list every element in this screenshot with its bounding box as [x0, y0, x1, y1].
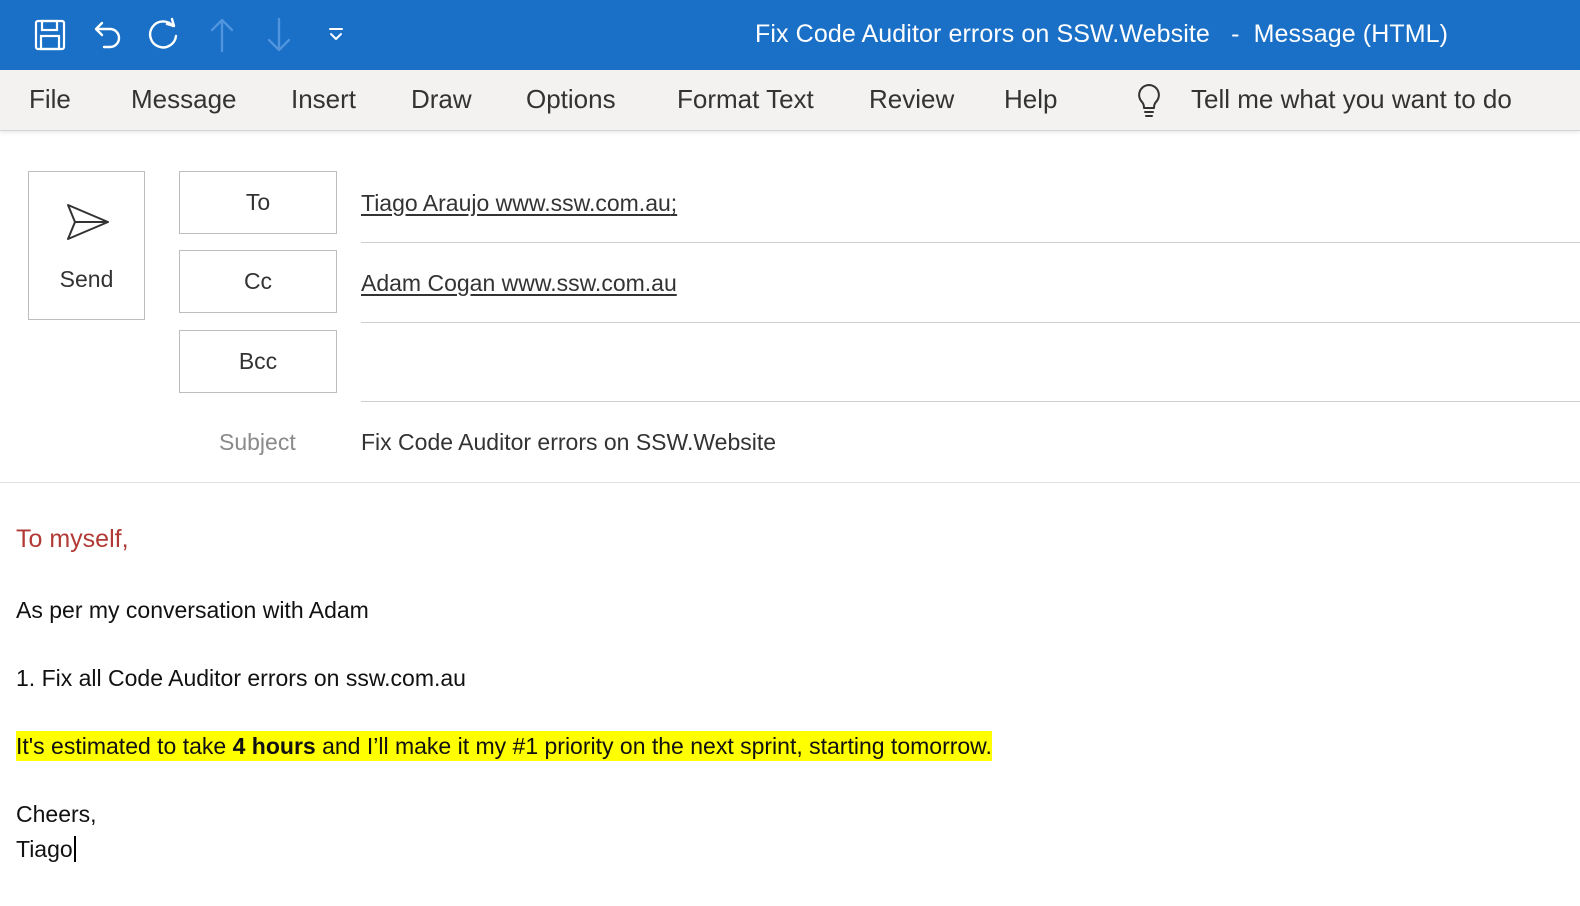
- bcc-button[interactable]: Bcc: [179, 330, 337, 393]
- body-closing: Cheers,: [16, 801, 97, 827]
- tab-format-text[interactable]: Format Text: [677, 84, 814, 115]
- window-title: Fix Code Auditor errors on SSW.Website -…: [755, 20, 1448, 49]
- lightbulb-icon[interactable]: [1133, 82, 1165, 125]
- to-button[interactable]: To: [179, 171, 337, 234]
- save-icon[interactable]: [28, 12, 72, 58]
- send-label: Send: [59, 266, 114, 292]
- subject-label: Subject: [219, 429, 296, 455]
- text-caret: [73, 836, 76, 862]
- title-bar: Fix Code Auditor errors on SSW.Website -…: [0, 0, 1580, 70]
- to-recipient[interactable]: Tiago Araujo www.ssw.com.au: [361, 190, 671, 216]
- cc-button[interactable]: Cc: [179, 250, 337, 313]
- title-mode: Message (HTML): [1253, 20, 1449, 48]
- subject-field[interactable]: Fix Code Auditor errors on SSW.Website: [361, 429, 776, 456]
- body-estimate: It's estimated to take 4 hours and I’ll …: [16, 731, 992, 761]
- body-item-1: 1. Fix all Code Auditor errors on ssw.co…: [16, 665, 466, 691]
- title-subject: Fix Code Auditor errors on SSW.Website: [755, 20, 1210, 48]
- cc-field-underline: [361, 322, 1580, 323]
- cc-recipient[interactable]: Adam Cogan www.ssw.com.au: [361, 270, 677, 296]
- estimate-text-before: It's estimated to take: [16, 733, 233, 759]
- body-signature: Tiago: [16, 836, 73, 862]
- highlighted-estimate: It's estimated to take 4 hours and I’ll …: [16, 731, 992, 761]
- estimate-hours: 4 hours: [232, 733, 316, 759]
- body-signature-line: Tiago: [16, 836, 76, 863]
- title-separator: -: [1231, 20, 1240, 48]
- tell-me-search[interactable]: Tell me what you want to do: [1191, 84, 1512, 115]
- tab-help[interactable]: Help: [1004, 84, 1057, 115]
- body-intro: As per my conversation with Adam: [16, 597, 369, 623]
- estimate-text-after: and I’ll make it my #1 priority on the n…: [315, 733, 992, 759]
- bcc-label: Bcc: [238, 348, 278, 374]
- tab-file[interactable]: File: [29, 84, 71, 115]
- tab-message[interactable]: Message: [131, 84, 237, 115]
- tab-options[interactable]: Options: [526, 84, 616, 115]
- previous-item-icon[interactable]: [200, 12, 244, 58]
- to-separator: ;: [670, 190, 678, 216]
- ribbon-tab-bar: File Message Insert Draw Options Format …: [0, 70, 1580, 131]
- cc-field[interactable]: Adam Cogan www.ssw.com.au: [361, 270, 677, 297]
- tab-draw[interactable]: Draw: [411, 84, 472, 115]
- tab-review[interactable]: Review: [869, 84, 954, 115]
- to-label: To: [245, 189, 271, 215]
- tab-insert[interactable]: Insert: [291, 84, 356, 115]
- customize-toolbar-icon[interactable]: [314, 12, 358, 58]
- send-icon: [65, 202, 111, 247]
- cc-label: Cc: [243, 268, 273, 294]
- undo-icon[interactable]: [85, 12, 129, 58]
- to-field[interactable]: Tiago Araujo www.ssw.com.au;: [361, 190, 677, 217]
- next-item-icon[interactable]: [257, 12, 301, 58]
- body-greeting: To myself,: [16, 525, 129, 553]
- header-body-divider: [0, 482, 1580, 483]
- send-button[interactable]: Send: [28, 171, 145, 320]
- to-field-underline: [361, 242, 1580, 243]
- redo-icon[interactable]: [142, 12, 186, 58]
- bcc-field-underline: [361, 401, 1580, 402]
- bcc-field[interactable]: [361, 350, 1561, 380]
